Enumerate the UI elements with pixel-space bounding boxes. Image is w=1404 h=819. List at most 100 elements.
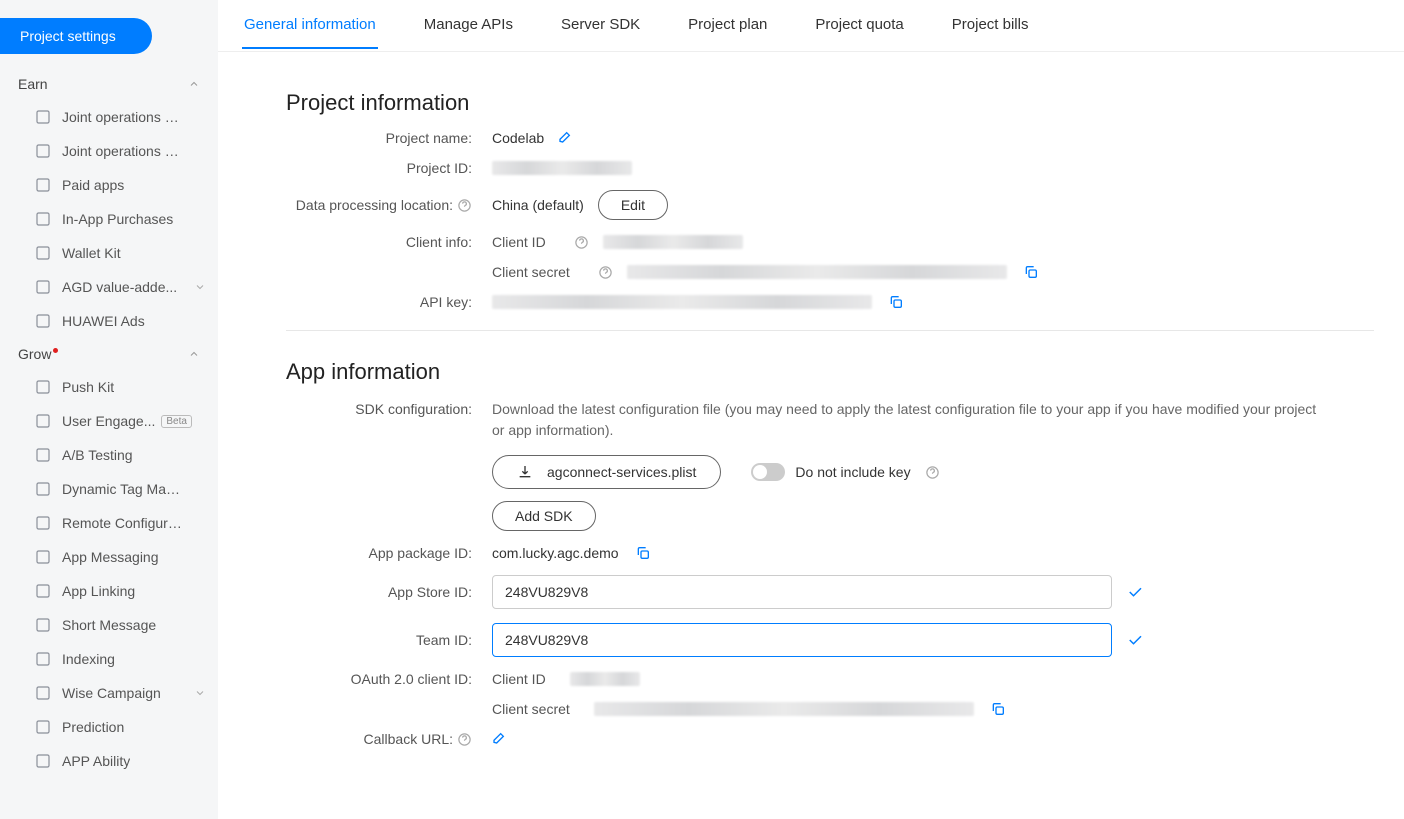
confirm-icon[interactable] [1126, 631, 1144, 649]
download-icon [517, 464, 533, 480]
sidebar-item-agd-value-adde[interactable]: AGD value-adde... [0, 270, 218, 304]
help-icon[interactable] [457, 732, 472, 747]
sidebar-item-a-b-testing[interactable]: A/B Testing [0, 438, 218, 472]
sidebar-item-label: Dynamic Tag Manag... [62, 481, 182, 497]
edit-callback-icon[interactable] [492, 731, 508, 747]
edit-location-button[interactable]: Edit [598, 190, 668, 220]
download-file-name: agconnect-services.plist [547, 464, 696, 480]
copy-icon[interactable] [888, 294, 904, 310]
sidebar-item-short-message[interactable]: Short Message [0, 608, 218, 642]
app-store-id-input[interactable] [492, 575, 1112, 609]
sidebar-item-joint-operations-g[interactable]: Joint operations – g... [0, 134, 218, 168]
sidebar-item-label: Paid apps [62, 177, 124, 193]
client-id-label: Client ID [492, 234, 546, 250]
data-location-value: China (default) [492, 197, 584, 213]
tab-project-quota[interactable]: Project quota [813, 2, 905, 49]
project-id-blurred [492, 161, 632, 175]
client-id-blurred [603, 235, 743, 249]
oauth-client-secret-blurred [594, 702, 974, 716]
sidebar-item-dynamic-tag-manag[interactable]: Dynamic Tag Manag... [0, 472, 218, 506]
sidebar-item-indexing[interactable]: Indexing [0, 642, 218, 676]
copy-icon[interactable] [635, 545, 651, 561]
sidebar-item-push-kit[interactable]: Push Kit [0, 370, 218, 404]
nav-group-earn[interactable]: Earn [0, 68, 218, 100]
add-sdk-button[interactable]: Add SDK [492, 501, 596, 531]
project-info-title: Project information [286, 90, 1374, 116]
sidebar-item-joint-operations-a[interactable]: Joint operations – a... [0, 100, 218, 134]
app-info-title: App information [286, 359, 1374, 385]
label-data-location: Data processing location: [296, 197, 453, 213]
sidebar-item-user-engage[interactable]: User Engage... Beta [0, 404, 218, 438]
sidebar-item-app-linking[interactable]: App Linking [0, 574, 218, 608]
sidebar-item-in-app-purchases[interactable]: In-App Purchases [0, 202, 218, 236]
sidebar-item-paid-apps[interactable]: Paid apps [0, 168, 218, 202]
client-secret-blurred [627, 265, 1007, 279]
oauth-client-id-blurred [570, 672, 640, 686]
sidebar-item-label: Short Message [62, 617, 156, 633]
sidebar-item-label: Wallet Kit [62, 245, 121, 261]
sidebar-item-wallet-kit[interactable]: Wallet Kit [0, 236, 218, 270]
sidebar-item-label: AGD value-adde... [62, 279, 177, 295]
label-app-package-id: App package ID: [286, 545, 492, 561]
sidebar-item-label: A/B Testing [62, 447, 133, 463]
sidebar-item-label: Remote Configurati... [62, 515, 182, 531]
sidebar-item-wise-campaign[interactable]: Wise Campaign [0, 676, 218, 710]
tab-project-plan[interactable]: Project plan [686, 2, 769, 49]
label-oauth-client-id: OAuth 2.0 client ID: [286, 671, 492, 687]
sidebar-item-huawei-ads[interactable]: HUAWEI Ads [0, 304, 218, 338]
client-secret-label: Client secret [492, 264, 570, 280]
help-icon[interactable] [574, 235, 589, 250]
oauth-client-id-label: Client ID [492, 671, 546, 687]
label-project-name: Project name: [286, 130, 492, 146]
chevron-down-icon [194, 687, 206, 699]
label-app-store-id: App Store ID: [286, 584, 492, 600]
tab-manage-apis[interactable]: Manage APIs [422, 2, 515, 49]
team-id-input[interactable] [492, 623, 1112, 657]
sidebar-item-label: Joint operations – a... [62, 109, 182, 125]
include-key-toggle[interactable] [751, 463, 785, 481]
sidebar-item-label: App Messaging [62, 549, 159, 565]
tabs: General information Manage APIs Server SDK… [218, 0, 1404, 52]
nav-group-grow[interactable]: Grow [0, 338, 218, 370]
toggle-label: Do not include key [795, 464, 910, 480]
sidebar-item-app-messaging[interactable]: App Messaging [0, 540, 218, 574]
label-project-id: Project ID: [286, 160, 492, 176]
sidebar: Project settings Earn Joint operations – … [0, 0, 218, 819]
sidebar-item-label: User Engage... [62, 413, 155, 429]
project-settings-button[interactable]: Project settings [0, 18, 152, 54]
chevron-down-icon [194, 281, 206, 293]
sidebar-item-label: App Linking [62, 583, 135, 599]
tab-general-information[interactable]: General information [242, 2, 378, 49]
tab-server-sdk[interactable]: Server SDK [559, 2, 642, 49]
sidebar-item-label: HUAWEI Ads [62, 313, 145, 329]
label-sdk-config: SDK configuration: [286, 399, 492, 417]
beta-badge: Beta [161, 415, 192, 428]
sidebar-item-app-ability[interactable]: APP Ability [0, 744, 218, 778]
tab-project-bills[interactable]: Project bills [950, 2, 1031, 49]
app-package-id-value: com.lucky.agc.demo [492, 545, 619, 561]
sidebar-item-label: APP Ability [62, 753, 130, 769]
sdk-config-description: Download the latest configuration file (… [492, 399, 1332, 441]
download-config-button[interactable]: agconnect-services.plist [492, 455, 721, 489]
sidebar-item-label: Prediction [62, 719, 124, 735]
project-name-value: Codelab [492, 130, 544, 146]
sidebar-item-label: Wise Campaign [62, 685, 161, 701]
help-icon[interactable] [925, 465, 940, 480]
sidebar-item-remote-configurati[interactable]: Remote Configurati... [0, 506, 218, 540]
sidebar-item-label: Push Kit [62, 379, 114, 395]
copy-icon[interactable] [990, 701, 1006, 717]
sidebar-item-label: Joint operations – g... [62, 143, 182, 159]
main-area: General information Manage APIs Server SDK… [218, 0, 1404, 819]
label-callback-url: Callback URL: [364, 731, 453, 747]
sidebar-item-prediction[interactable]: Prediction [0, 710, 218, 744]
api-key-blurred [492, 295, 872, 309]
confirm-icon[interactable] [1126, 583, 1144, 601]
help-icon[interactable] [457, 198, 472, 213]
edit-name-icon[interactable] [558, 130, 574, 146]
copy-icon[interactable] [1023, 264, 1039, 280]
label-api-key: API key: [286, 294, 492, 310]
label-team-id: Team ID: [286, 632, 492, 648]
oauth-client-secret-label: Client secret [492, 701, 570, 717]
help-icon[interactable] [598, 265, 613, 280]
label-client-info: Client info: [286, 234, 492, 250]
